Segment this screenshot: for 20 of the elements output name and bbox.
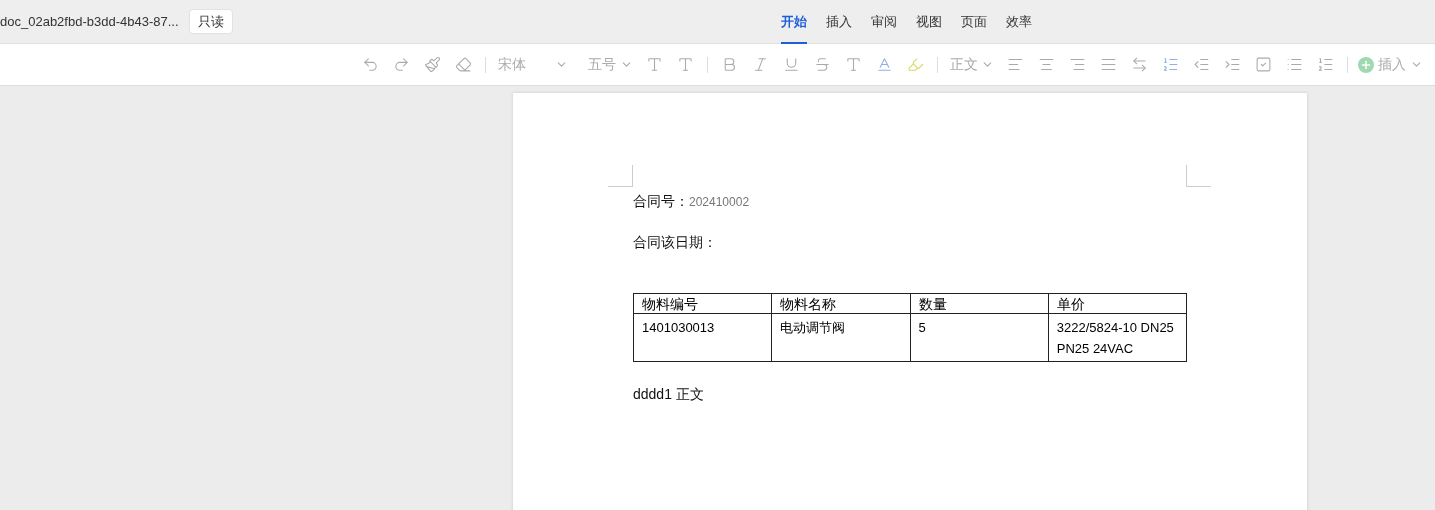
table-header-cell: 单价 — [1048, 293, 1187, 314]
body-text: dddd1 正文 — [633, 385, 705, 404]
table-cell: 3222/5824-10 DN25 PN25 24VAC — [1048, 313, 1187, 362]
table-header-cell: 物料编号 — [633, 293, 772, 314]
read-only-badge: 只读 — [188, 8, 233, 35]
table-cell: 5 — [910, 313, 1049, 362]
table-header-cell: 数量 — [910, 293, 1049, 314]
ribbon-tab[interactable]: 效率 — [1006, 0, 1032, 44]
ribbon-tab[interactable]: 审阅 — [871, 0, 897, 44]
margin-corner-mark — [1186, 165, 1211, 187]
document-filename: doc_02ab2fbd-b3dd-4b43-87... — [0, 12, 179, 31]
margin-corner-mark — [608, 165, 633, 187]
ribbon-tab[interactable]: 视图 — [916, 0, 942, 44]
table-cell: 1401030013 — [633, 313, 772, 362]
ribbon-tab[interactable]: 插入 — [826, 0, 852, 44]
contract-date-line: 合同该日期： — [633, 233, 718, 252]
contract-number-line: 合同号：202410002 — [633, 192, 751, 211]
table-cell: 电动调节阀 — [771, 313, 910, 362]
table-header-cell: 物料名称 — [771, 293, 910, 314]
ribbon-tab[interactable]: 页面 — [961, 0, 987, 44]
